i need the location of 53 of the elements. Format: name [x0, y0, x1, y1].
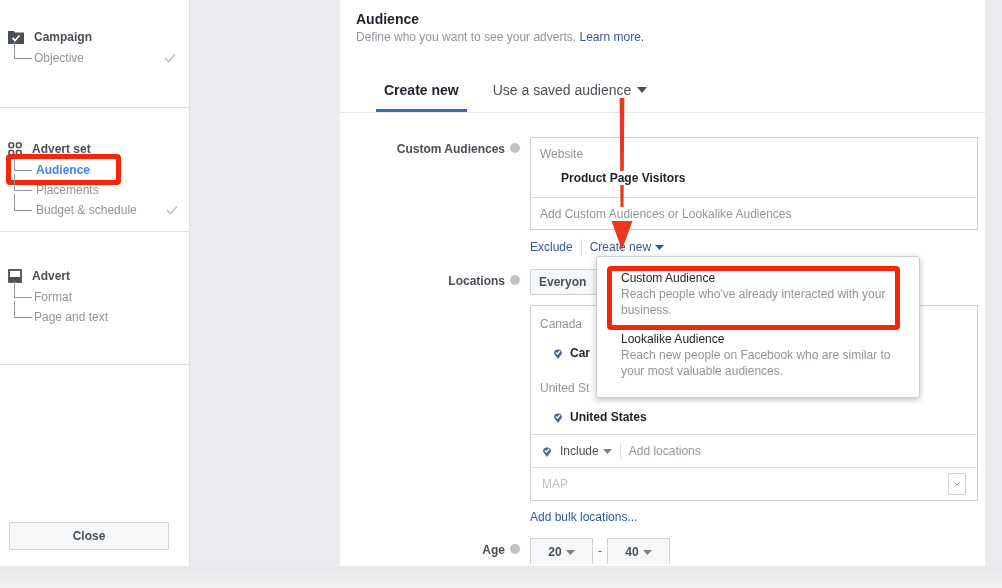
section-title: Audience	[356, 11, 420, 27]
location-item: Car	[570, 346, 590, 360]
tab[interactable]: Create new	[376, 76, 467, 112]
section-title: Advert	[32, 269, 70, 283]
caret-icon	[602, 449, 612, 455]
pin-icon	[553, 411, 563, 423]
group-label: United St	[540, 381, 590, 395]
menu-item-title: Lookalike Audience	[621, 332, 726, 346]
age-dropdown[interactable]: 20	[530, 538, 593, 564]
menu-item-description: Reach new people on Facebook who are similar to your most valuable audiences.	[621, 347, 892, 379]
section-title: Advert set	[32, 142, 91, 156]
pin-icon	[553, 347, 563, 359]
age-dropdown[interactable]: 40	[607, 538, 670, 564]
pin-icon	[542, 445, 552, 457]
include-dropdown[interactable]: Include	[560, 444, 612, 458]
field-label: Locations	[448, 274, 505, 288]
field-label: Custom Audiences	[396, 142, 505, 156]
link[interactable]: Exclude	[530, 240, 573, 254]
learn-more-link[interactable]: Learn more.	[579, 30, 645, 44]
tab[interactable]: Use a saved audience	[484, 76, 656, 112]
separator-text: -	[598, 543, 602, 558]
tree-line	[14, 301, 32, 318]
info-icon	[510, 544, 520, 554]
info-icon	[510, 275, 520, 285]
caret-icon	[642, 549, 652, 555]
menu-item[interactable]: Lookalike Audience Reach new people on Facebook who are similar to your most valuable audiences.	[597, 326, 919, 387]
tree-line	[14, 42, 32, 59]
location-item: United States	[570, 410, 647, 424]
subtitle: Define who you want to see your adverts. Learn more.	[356, 30, 646, 44]
map-label: MAP	[542, 477, 568, 491]
folder-check-icon	[8, 30, 24, 44]
group-label: Canada	[540, 317, 583, 331]
section-title: Campaign	[34, 30, 92, 44]
audience-item: Product Page Visitors	[561, 171, 686, 185]
info-icon	[510, 143, 520, 153]
tree-line	[14, 194, 32, 211]
link[interactable]: Create new	[589, 240, 665, 254]
tree-line	[14, 281, 32, 298]
caret-icon	[565, 549, 575, 555]
placeholder-text: Add locations	[628, 444, 701, 458]
audience-field[interactable]: Website Product Page Visitors Add Custom Audiences or Lookalike Audiences	[530, 137, 978, 230]
close-button[interactable]: Close	[9, 522, 169, 550]
field-label: Age	[482, 543, 505, 557]
expand-button[interactable]	[948, 473, 966, 495]
grid-icon	[8, 142, 22, 156]
link[interactable]: Add bulk locations...	[530, 510, 638, 524]
chevron-icon	[954, 482, 960, 486]
group-label: Website	[539, 146, 585, 161]
placeholder-text: Add Custom Audiences or Lookalike Audiences	[540, 207, 792, 221]
advert-icon	[8, 269, 22, 283]
menu-item-title: Custom Audience	[621, 271, 717, 285]
tree-line	[14, 174, 32, 191]
sidebar-item[interactable]: Audience	[36, 163, 90, 177]
